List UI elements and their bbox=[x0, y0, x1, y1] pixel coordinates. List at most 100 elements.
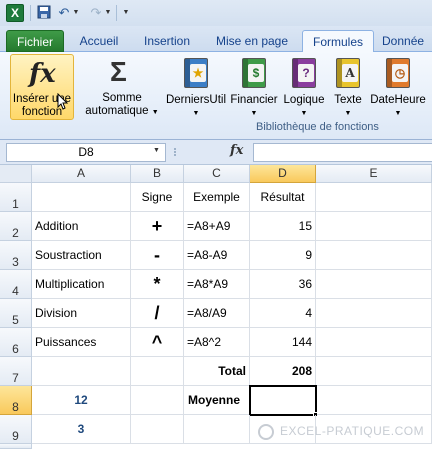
cell-d1[interactable]: Résultat bbox=[250, 183, 316, 212]
column-header-a[interactable]: A bbox=[32, 165, 131, 183]
undo-dropdown-icon[interactable]: ▼ bbox=[72, 5, 80, 21]
financial-label: Financier bbox=[230, 94, 278, 106]
formula-bar: D8 ▼ fx bbox=[0, 140, 432, 165]
column-header-c[interactable]: C bbox=[184, 165, 250, 183]
tab-fichier[interactable]: Fichier bbox=[6, 30, 64, 52]
logical-book-icon: ? bbox=[292, 58, 316, 88]
row-header-7[interactable]: 7 bbox=[0, 357, 32, 386]
formula-input[interactable] bbox=[253, 143, 432, 162]
autosum-button[interactable]: Σ Somme automatique ▼ bbox=[82, 54, 162, 120]
text-label: Texte bbox=[334, 94, 362, 106]
cell-e2[interactable] bbox=[316, 212, 432, 241]
text-button[interactable]: A Texte ▼ bbox=[330, 54, 366, 120]
cell-a5[interactable]: Division bbox=[32, 299, 131, 328]
toolbar-separator bbox=[30, 5, 31, 21]
cell-e4[interactable] bbox=[316, 270, 432, 299]
undo-icon[interactable]: ↶ bbox=[56, 5, 72, 21]
cell-b3[interactable]: - bbox=[131, 241, 184, 270]
tab-accueil[interactable]: Accueil bbox=[70, 30, 128, 52]
cell-d2[interactable]: 15 bbox=[250, 212, 316, 241]
logical-label: Logique bbox=[283, 94, 325, 106]
column-header-e[interactable]: E bbox=[316, 165, 432, 183]
cell-e1[interactable] bbox=[316, 183, 432, 212]
cell-c4[interactable]: =A8*A9 bbox=[184, 270, 250, 299]
cell-d5[interactable]: 4 bbox=[250, 299, 316, 328]
redo-dropdown-icon[interactable]: ▼ bbox=[104, 5, 112, 21]
sigma-icon: Σ bbox=[110, 56, 127, 87]
row-header-10[interactable] bbox=[0, 444, 32, 449]
row-header-3[interactable]: 3 bbox=[0, 241, 32, 270]
cell-b8[interactable] bbox=[131, 386, 184, 415]
name-box[interactable]: D8 bbox=[6, 143, 166, 162]
cell-b6[interactable]: ^ bbox=[131, 328, 184, 357]
cell-a8[interactable]: 12 bbox=[32, 386, 131, 415]
cell-b1[interactable]: Signe bbox=[131, 183, 184, 212]
mouse-cursor-icon bbox=[57, 93, 69, 110]
column-header-b[interactable]: B bbox=[131, 165, 184, 183]
cell-a3[interactable]: Soustraction bbox=[32, 241, 131, 270]
autosum-label-2: automatique ▼ bbox=[85, 105, 159, 117]
fx-icon: fx bbox=[29, 59, 56, 89]
cell-e8[interactable] bbox=[317, 386, 432, 415]
excel-icon[interactable]: X bbox=[6, 4, 24, 22]
cell-c7[interactable]: Total bbox=[184, 357, 250, 386]
ribbon-panel: fx Insérer une fonction Σ Somme automati… bbox=[0, 52, 432, 140]
cell-c3[interactable]: =A8-A9 bbox=[184, 241, 250, 270]
cell-c1[interactable]: Exemple bbox=[184, 183, 250, 212]
cell-e5[interactable] bbox=[316, 299, 432, 328]
tab-mise-en-page[interactable]: Mise en page bbox=[208, 30, 296, 52]
datetime-button[interactable]: ◷ DateHeure ▼ bbox=[368, 54, 428, 120]
customize-toolbar-icon[interactable]: ▼ bbox=[122, 5, 130, 21]
name-box-dropdown-icon[interactable]: ▼ bbox=[153, 147, 160, 154]
cell-e3[interactable] bbox=[316, 241, 432, 270]
row-header-1[interactable]: 1 bbox=[0, 183, 32, 212]
formula-bar-resize-icon[interactable] bbox=[172, 145, 182, 159]
cell-d8-selected[interactable] bbox=[249, 385, 317, 416]
row-header-5[interactable]: 5 bbox=[0, 299, 32, 328]
logical-dropdown-icon: ▼ bbox=[300, 110, 308, 117]
column-header-d[interactable]: D bbox=[250, 165, 316, 183]
cell-a7[interactable] bbox=[32, 357, 131, 386]
cell-c6[interactable]: =A8^2 bbox=[184, 328, 250, 357]
recent-functions-button[interactable]: ★ DerniersUtil ▼ bbox=[164, 54, 228, 120]
redo-icon[interactable]: ↷ bbox=[88, 5, 104, 21]
cell-a1[interactable] bbox=[32, 183, 131, 212]
save-icon[interactable] bbox=[36, 5, 52, 21]
cell-b9[interactable] bbox=[131, 415, 184, 444]
watermark-logo-icon bbox=[258, 424, 274, 440]
row-header-2[interactable]: 2 bbox=[0, 212, 32, 241]
cell-c9[interactable] bbox=[184, 415, 250, 444]
cell-c2[interactable]: =A8+A9 bbox=[184, 212, 250, 241]
cell-e6[interactable] bbox=[316, 328, 432, 357]
select-all-corner[interactable] bbox=[0, 165, 32, 183]
datetime-label: DateHeure bbox=[370, 94, 426, 106]
cell-d7[interactable]: 208 bbox=[250, 357, 316, 386]
cell-c5[interactable]: =A8/A9 bbox=[184, 299, 250, 328]
row-header-9[interactable]: 9 bbox=[0, 415, 32, 444]
cell-c8[interactable]: Moyenne bbox=[184, 386, 250, 415]
datetime-dropdown-icon: ▼ bbox=[394, 110, 402, 117]
logical-button[interactable]: ? Logique ▼ bbox=[280, 54, 328, 120]
insert-function-fx-icon[interactable]: fx bbox=[230, 143, 243, 158]
row-header-4[interactable]: 4 bbox=[0, 270, 32, 299]
cell-d3[interactable]: 9 bbox=[250, 241, 316, 270]
tab-formules[interactable]: Formules bbox=[302, 30, 374, 53]
financial-button[interactable]: $ Financier ▼ bbox=[228, 54, 280, 120]
tab-insertion[interactable]: Insertion bbox=[134, 30, 200, 52]
cell-a6[interactable]: Puissances bbox=[32, 328, 131, 357]
cell-b5[interactable]: / bbox=[131, 299, 184, 328]
cell-b7[interactable] bbox=[131, 357, 184, 386]
cell-a2[interactable]: Addition bbox=[32, 212, 131, 241]
cell-a9[interactable]: 3 bbox=[32, 415, 131, 444]
cell-b4[interactable]: * bbox=[131, 270, 184, 299]
row-header-6[interactable]: 6 bbox=[0, 328, 32, 357]
cell-e7[interactable] bbox=[316, 357, 432, 386]
autosum-label-1: Somme bbox=[102, 92, 142, 104]
cell-b2[interactable]: + bbox=[131, 212, 184, 241]
cell-d4[interactable]: 36 bbox=[250, 270, 316, 299]
cell-d6[interactable]: 144 bbox=[250, 328, 316, 357]
row-header-8[interactable]: 8 bbox=[0, 386, 32, 415]
insert-function-button[interactable]: fx Insérer une fonction bbox=[10, 54, 74, 120]
cell-a4[interactable]: Multiplication bbox=[32, 270, 131, 299]
tab-donnees[interactable]: Donnée bbox=[382, 30, 432, 52]
